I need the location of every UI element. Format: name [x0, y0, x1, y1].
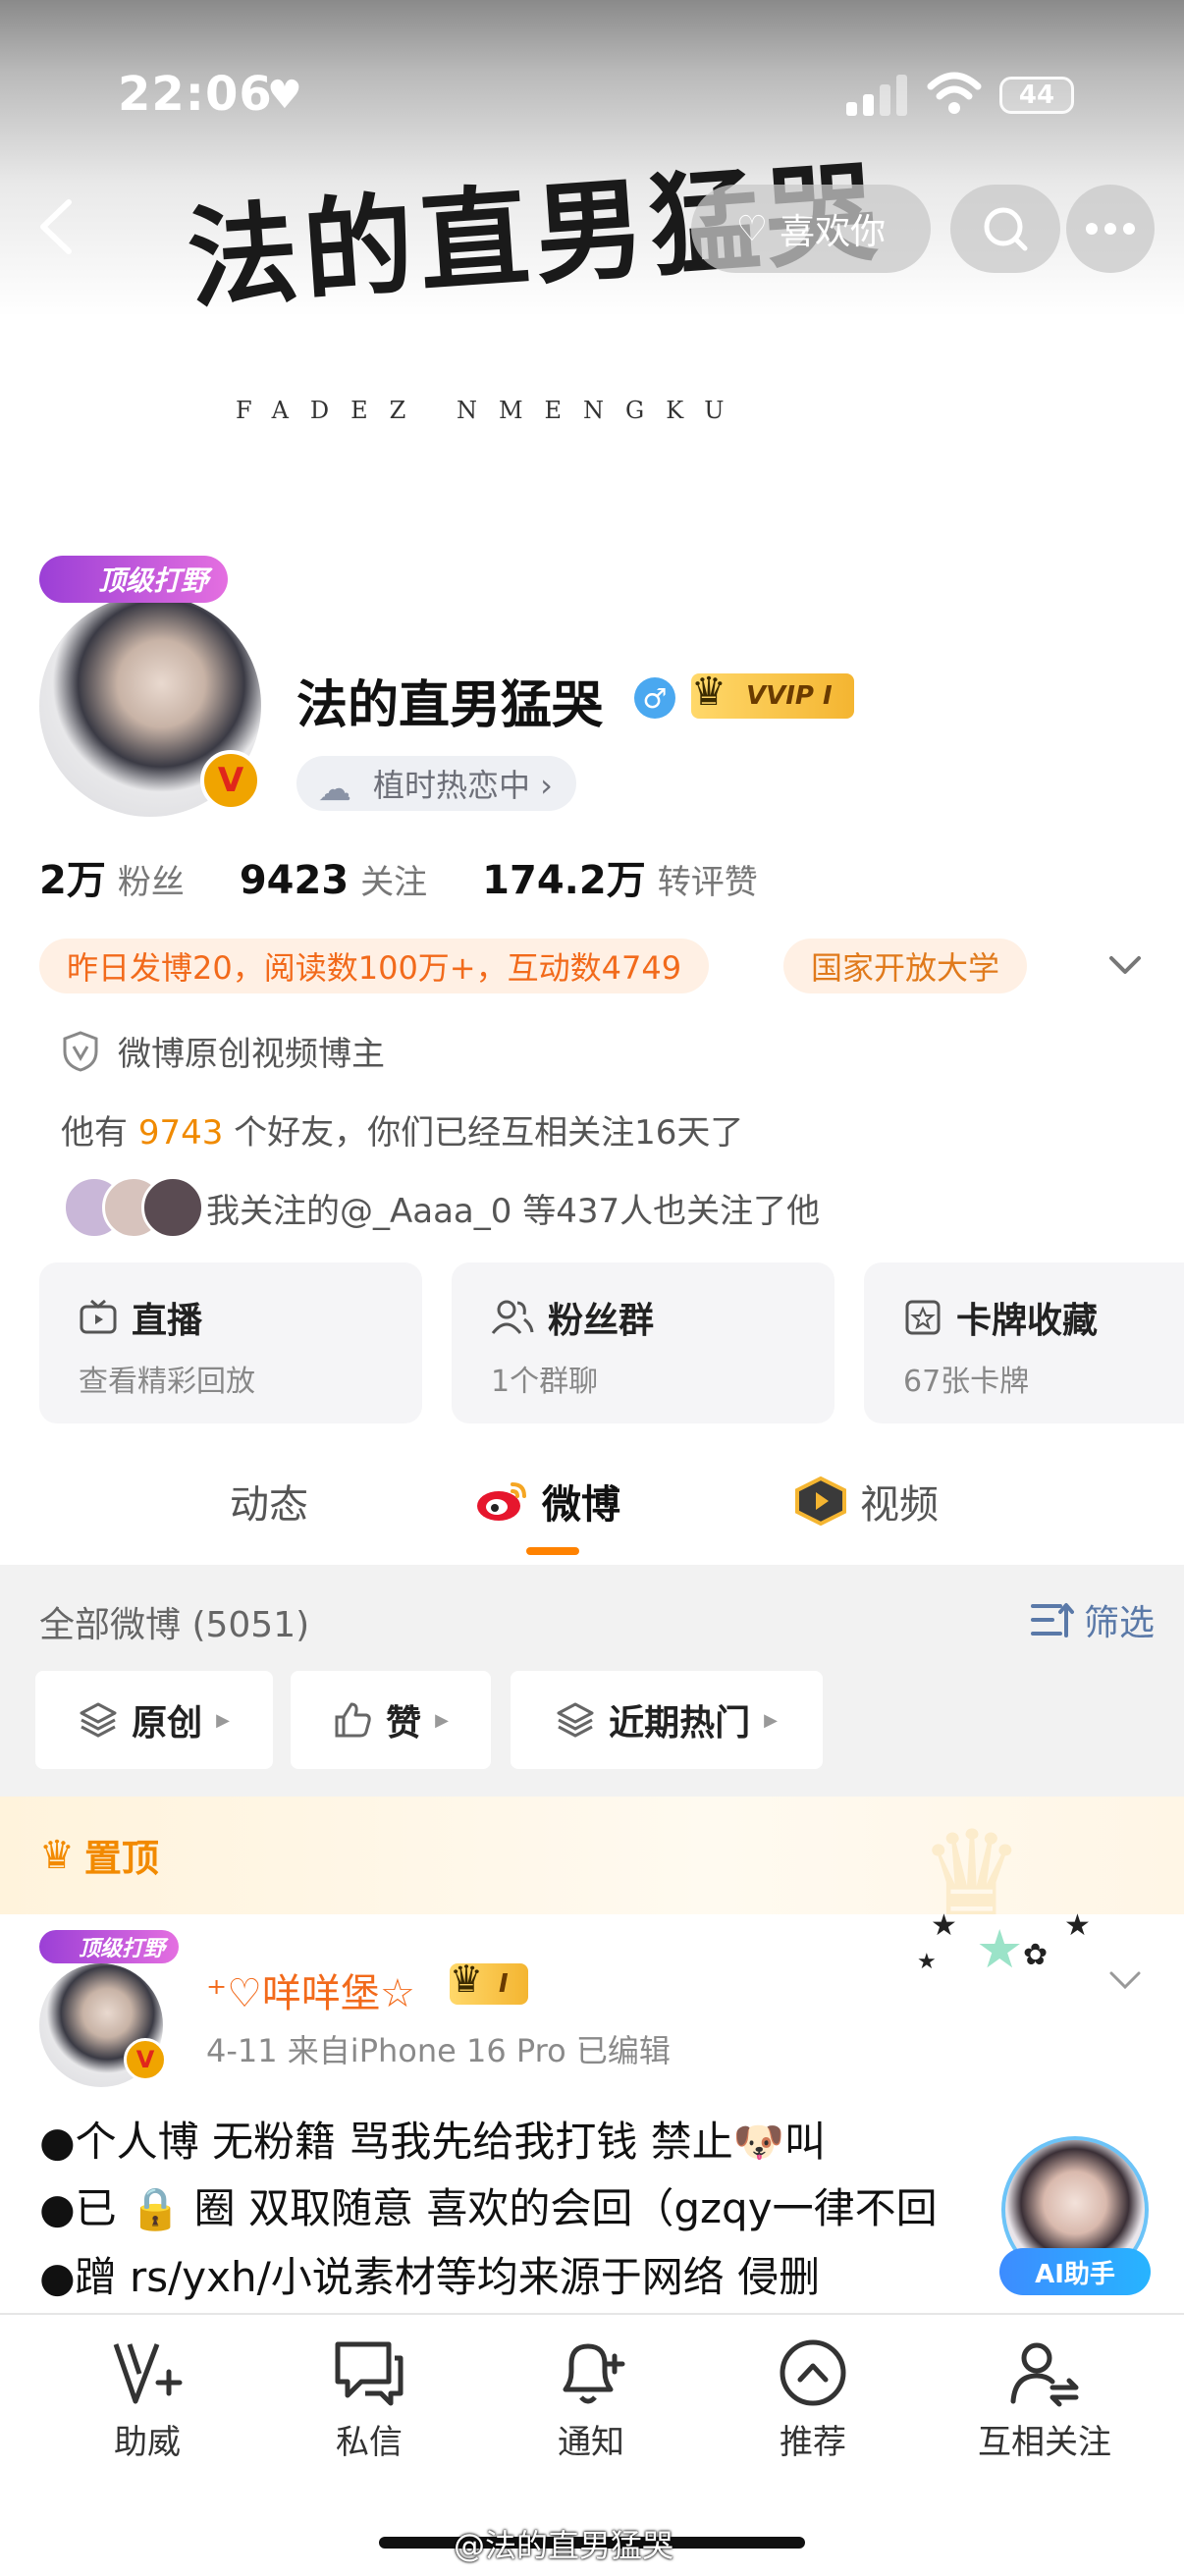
chevron-down-icon[interactable]: [1105, 944, 1145, 984]
tab-active-indicator: [526, 1547, 579, 1555]
more-icon: [1086, 223, 1135, 235]
like-label: 喜欢你: [780, 212, 887, 252]
layers-icon: [557, 1702, 594, 1738]
banner-pinyin: FADEZ NMENGKU: [236, 397, 746, 424]
search-button[interactable]: [950, 185, 1060, 273]
card-live[interactable]: 直播 查看精彩回放: [39, 1262, 422, 1423]
nav-mutual-follow[interactable]: 互相关注: [956, 2336, 1133, 2463]
video-icon: [795, 1476, 846, 1526]
weibo-logo-icon: [477, 1482, 526, 1521]
like-button[interactable]: ♡ 喜欢你: [691, 185, 931, 273]
school-tag[interactable]: 国家开放大学: [783, 939, 1028, 993]
verified-v-icon: V: [200, 750, 261, 811]
recommend-icon: [780, 2339, 846, 2406]
username: 法的直男猛哭: [296, 676, 604, 735]
back-icon[interactable]: [29, 196, 84, 257]
friends-count[interactable]: 9743: [138, 1113, 224, 1153]
chip-likes[interactable]: 赞 ▶: [291, 1671, 491, 1769]
more-button[interactable]: [1066, 185, 1155, 273]
hands-heart-icon: ♡: [735, 208, 769, 249]
stat-followers[interactable]: 2万 粉丝: [39, 848, 185, 905]
verified-row: 微博原创视频博主: [61, 1027, 385, 1075]
post-text-line: ●已 🔒 圈 双取随意 喜欢的会回（gzqy一律不回: [39, 2184, 938, 2232]
heart-icon: ♥: [267, 73, 302, 118]
post-meta: 4-11 来自iPhone 16 Pro 已编辑: [206, 2032, 671, 2069]
cloud-icon: ☁: [318, 770, 351, 809]
stats-row: 2万 粉丝 9423 关注 174.2万 转评赞: [39, 848, 758, 905]
post-top-badge: 顶级打野: [39, 1930, 180, 1963]
mutual-avatars[interactable]: [63, 1176, 204, 1239]
shield-v-icon: [63, 1030, 98, 1072]
nav-notify[interactable]: 通知: [512, 2336, 670, 2463]
post-text-line: ●个人博 无粉籍 骂我先给我打钱 禁止🐶叫: [39, 2118, 826, 2166]
filter-icon: [1030, 1603, 1074, 1637]
card-collection[interactable]: 卡牌收藏 67张卡牌: [864, 1262, 1184, 1423]
friends-row: 他有 9743 个好友，你们已经互相关注16天了: [61, 1113, 744, 1153]
activity-tag[interactable]: 昨日发博20，阅读数100万+，互动数4749: [39, 939, 710, 993]
ai-assistant-label[interactable]: AI助手: [999, 2248, 1151, 2295]
tab-weibo[interactable]: 微博: [475, 1473, 620, 1530]
bell-icon: [563, 2343, 625, 2404]
nav-message[interactable]: 私信: [291, 2336, 448, 2463]
verified-v-icon: V: [124, 2038, 167, 2081]
tab-dynamic[interactable]: 动态: [230, 1473, 308, 1530]
filter-button[interactable]: 筛选: [1030, 1594, 1155, 1645]
crown-icon: ♛: [691, 670, 727, 715]
group-icon: [491, 1300, 534, 1334]
pinned-label: ♛ 置顶: [39, 1832, 159, 1881]
tab-video[interactable]: 视频: [793, 1473, 939, 1530]
mutual-follow-text[interactable]: 我关注的@_Aaaa_0 等437人也关注了他: [206, 1184, 820, 1232]
chip-hot[interactable]: 近期热门 ▶: [511, 1671, 823, 1769]
stat-following[interactable]: 9423 关注: [240, 855, 427, 903]
message-icon: [335, 2341, 404, 2406]
sticker-decoration: ★ ★ ★ ★ ✿: [917, 1908, 1091, 1980]
post-menu-chevron-icon[interactable]: [1105, 1959, 1145, 1999]
nav-cheer[interactable]: 助威: [69, 2336, 226, 2463]
status-time: 22:06: [118, 67, 273, 122]
stat-interactions[interactable]: 174.2万 转评赞: [482, 848, 758, 905]
cheer-icon: [113, 2343, 183, 2404]
wifi-icon: [927, 72, 982, 114]
gender-male-icon: ♂: [634, 677, 675, 719]
layers-icon: [80, 1702, 117, 1738]
crown-icon: ♛: [450, 1958, 484, 2001]
search-icon: [984, 207, 1028, 251]
watermark: @法的直男猛哭: [454, 2527, 674, 2564]
crown-icon: ♛: [39, 1832, 75, 1878]
card-fan-group[interactable]: 粉丝群 1个群聊: [452, 1262, 834, 1423]
signal-icon: [846, 73, 907, 116]
nav-recommend[interactable]: 推荐: [734, 2336, 891, 2463]
tv-icon: [80, 1299, 117, 1334]
chip-original[interactable]: 原创 ▶: [35, 1671, 273, 1769]
mutual-follow-icon: [1010, 2342, 1079, 2407]
profile-tabs: 动态 微博 视频: [0, 1473, 1184, 1555]
all-weibo-count: 全部微博 (5051): [39, 1605, 310, 1645]
card-star-icon: [905, 1300, 941, 1335]
top-badge: 顶级打野: [39, 556, 229, 603]
post-author[interactable]: ⁺♡咩咩堡☆: [206, 1961, 415, 2018]
thumbs-up-icon: [335, 1702, 371, 1738]
post-text-line: ●蹭 rs/yxh/小说素材等均来源于网络 侵删: [39, 2253, 821, 2301]
battery-indicator: 44: [999, 77, 1074, 114]
verified-label: 微博原创视频博主: [118, 1035, 385, 1074]
